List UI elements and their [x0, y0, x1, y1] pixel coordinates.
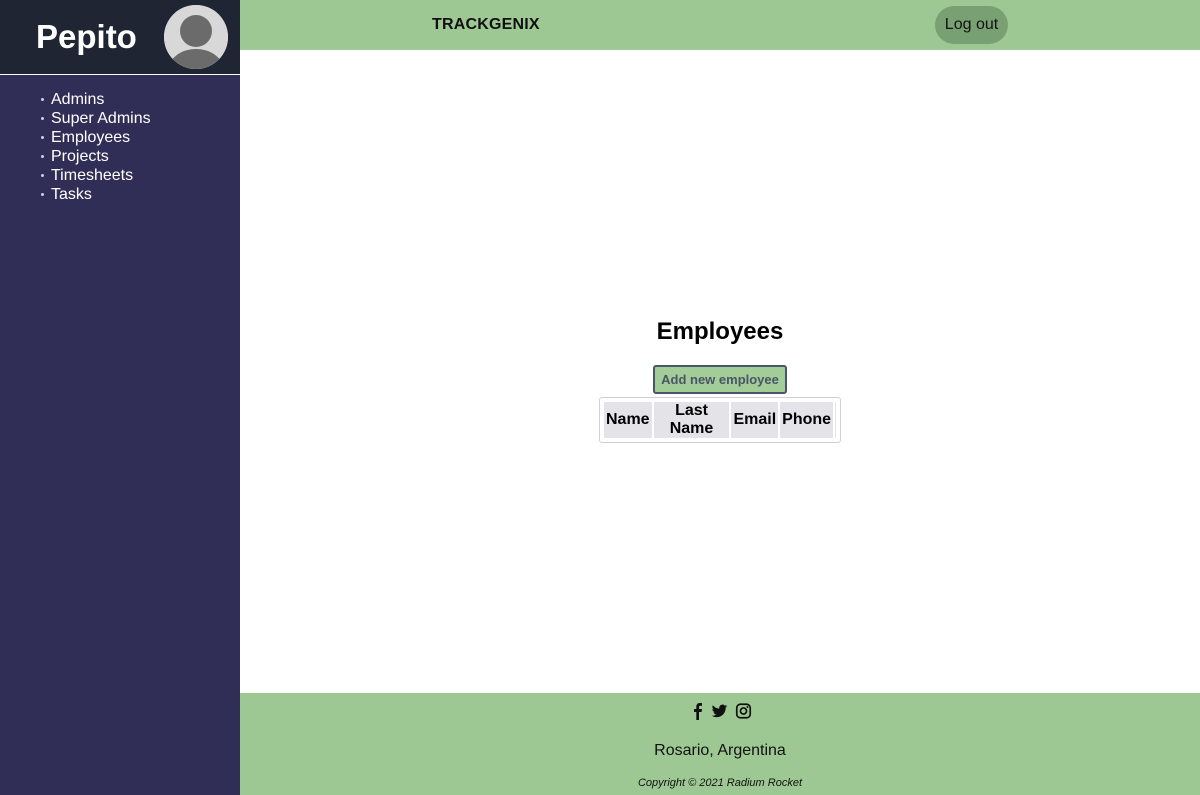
twitter-icon[interactable]	[711, 702, 728, 720]
user-avatar-icon[interactable]	[164, 5, 228, 69]
sidebar-nav: Admins Super Admins Employees Projects T…	[41, 90, 151, 204]
facebook-icon[interactable]	[689, 702, 706, 720]
page-title: Employees	[656, 318, 784, 345]
add-employee-button[interactable]: Add new employee	[653, 365, 787, 394]
column-header-name[interactable]: Name	[604, 402, 652, 438]
bullet-icon	[41, 193, 44, 196]
bullet-icon	[41, 155, 44, 158]
footer-location: Rosario, Argentina	[654, 742, 786, 759]
sidebar-item-label: Admins	[51, 91, 105, 108]
bullet-icon	[41, 174, 44, 177]
sidebar-item-label: Super Admins	[51, 110, 151, 127]
sidebar-item-label: Timesheets	[51, 167, 134, 184]
sidebar-item-projects[interactable]: Projects	[41, 147, 151, 166]
sidebar-item-tasks[interactable]: Tasks	[41, 185, 151, 204]
employees-table: Name Last Name Email Phone	[599, 397, 841, 443]
column-header-email[interactable]: Email	[731, 402, 779, 438]
footer-copyright: Copyright © 2021 Radium Rocket	[637, 777, 803, 789]
column-header-phone[interactable]: Phone	[780, 402, 834, 438]
sidebar-header: Pepito	[0, 0, 240, 75]
table-header-row: Name Last Name Email Phone	[604, 402, 836, 438]
logout-button[interactable]: Log out	[935, 6, 1008, 44]
sidebar-item-label: Projects	[51, 148, 109, 165]
column-header-last-name[interactable]: Last Name	[653, 402, 730, 438]
bullet-icon	[41, 117, 44, 120]
user-name: Pepito	[36, 18, 137, 55]
bullet-icon	[41, 136, 44, 139]
top-bar: TRACKGENIX Log out	[240, 0, 1200, 50]
sidebar-item-admins[interactable]: Admins	[41, 90, 151, 109]
column-header-actions	[835, 402, 836, 438]
footer: Rosario, Argentina Copyright © 2021 Radi…	[240, 693, 1200, 795]
sidebar: Pepito Admins Super Admins Employees Pro…	[0, 0, 240, 795]
sidebar-item-timesheets[interactable]: Timesheets	[41, 166, 151, 185]
bullet-icon	[41, 98, 44, 101]
sidebar-item-label: Tasks	[51, 186, 92, 203]
sidebar-item-super-admins[interactable]: Super Admins	[41, 109, 151, 128]
app-title: TRACKGENIX	[432, 16, 540, 33]
sidebar-item-label: Employees	[51, 129, 131, 146]
instagram-icon[interactable]	[735, 702, 752, 720]
social-links	[689, 702, 753, 720]
sidebar-item-employees[interactable]: Employees	[41, 128, 151, 147]
